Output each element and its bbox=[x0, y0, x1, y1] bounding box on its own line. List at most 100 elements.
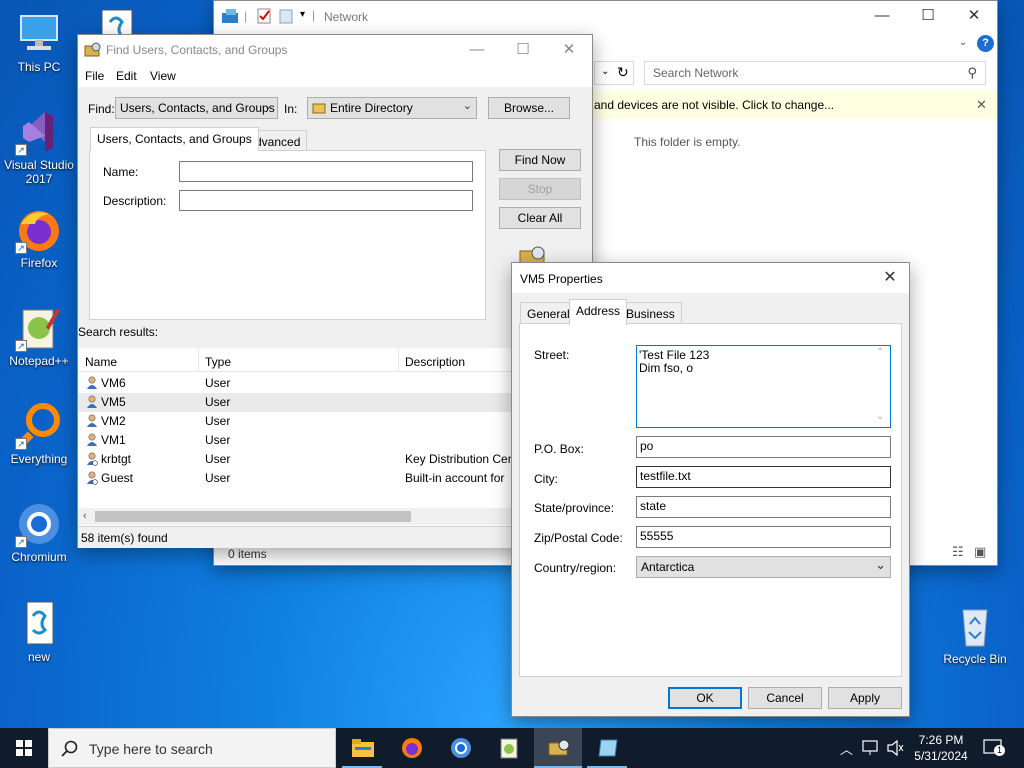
row-name: VM2 bbox=[101, 414, 126, 428]
maximize-button[interactable]: ☐ bbox=[905, 1, 951, 31]
zip-input[interactable]: 55555 bbox=[636, 526, 891, 548]
column-divider[interactable] bbox=[198, 348, 199, 372]
description-input[interactable] bbox=[179, 190, 473, 211]
chevron-down-icon: ⌄ bbox=[462, 100, 472, 112]
network-tray-icon[interactable] bbox=[862, 740, 880, 756]
vm5-properties-dialog[interactable]: VM5 Properties ✕ General Address Busines… bbox=[511, 262, 910, 717]
menu-view[interactable]: View bbox=[150, 69, 176, 83]
start-button[interactable] bbox=[0, 728, 48, 768]
taskbar-chromium[interactable] bbox=[436, 728, 484, 768]
name-input[interactable] bbox=[179, 161, 473, 182]
ribbon-expand-icon[interactable]: ⌄ bbox=[959, 37, 967, 48]
show-hidden-icons-chevron[interactable]: ︿ bbox=[840, 739, 853, 758]
new-folder-icon[interactable] bbox=[278, 8, 294, 24]
table-row[interactable]: VM1 User bbox=[78, 431, 518, 450]
shortcut-arrow-icon: ↗ bbox=[15, 144, 27, 156]
desktop-icon-new-script[interactable]: new bbox=[2, 600, 76, 664]
row-type: User bbox=[205, 433, 231, 447]
stop-button[interactable]: Stop bbox=[499, 178, 581, 200]
find-type-dropdown[interactable]: Users, Contacts, and Groups ⌄ bbox=[115, 97, 278, 119]
close-button[interactable]: ✕ bbox=[951, 1, 997, 31]
clear-all-button[interactable]: Clear All bbox=[499, 207, 581, 229]
column-header-type[interactable]: Type bbox=[205, 355, 231, 369]
disabled-user-icon bbox=[87, 471, 98, 485]
desktop-icon-firefox[interactable]: ↗ Firefox bbox=[2, 206, 76, 270]
computer-icon bbox=[15, 10, 63, 58]
taskbar-user-properties[interactable] bbox=[583, 728, 631, 768]
maximize-button[interactable]: ☐ bbox=[500, 35, 546, 65]
city-input[interactable]: testfile.txt bbox=[636, 466, 891, 488]
properties-icon[interactable] bbox=[256, 8, 272, 24]
taskbar-clock[interactable]: 7:26 PM 5/31/2024 bbox=[910, 731, 972, 765]
search-network-input[interactable]: Search Network ⚲ bbox=[644, 61, 986, 85]
scroll-down-icon[interactable]: ⌄ bbox=[876, 411, 884, 422]
firefox-icon: ↗ bbox=[15, 206, 63, 254]
table-row-selected[interactable]: VM5 User bbox=[78, 393, 518, 412]
column-header-description[interactable]: Description bbox=[405, 355, 465, 369]
address-bar-tail[interactable]: ⌄ ↻ bbox=[594, 61, 634, 85]
taskbar-find-users-active[interactable] bbox=[534, 728, 582, 768]
table-row[interactable]: VM2 User bbox=[78, 412, 518, 431]
tab-address[interactable]: Address bbox=[569, 299, 628, 325]
network-titlebar[interactable]: | ▾ | Network — ☐ ✕ bbox=[214, 1, 997, 33]
desktop-icon-everything[interactable]: ↗ Everything bbox=[2, 402, 76, 466]
find-titlebar[interactable]: Find Users, Contacts, and Groups — ☐ ✕ bbox=[78, 35, 592, 65]
table-row[interactable]: Guest User Built-in account for bbox=[78, 469, 518, 488]
taskbar-notepad-plus-plus[interactable] bbox=[485, 728, 533, 768]
desktop-icon-visual-studio[interactable]: ↗ Visual Studio 2017 bbox=[2, 108, 76, 186]
country-dropdown[interactable]: Antarctica ⌄ bbox=[636, 556, 891, 578]
large-icons-view-icon[interactable]: ▣ bbox=[974, 544, 986, 560]
row-name: VM1 bbox=[101, 433, 126, 447]
scroll-up-icon[interactable]: ⌃ bbox=[876, 347, 884, 358]
search-icon bbox=[61, 740, 78, 757]
menu-edit[interactable]: Edit bbox=[116, 69, 137, 83]
scroll-left-icon[interactable]: ‹ bbox=[83, 510, 87, 522]
firefox-icon bbox=[402, 738, 422, 758]
browse-button[interactable]: Browse... bbox=[488, 97, 570, 119]
taskbar-firefox[interactable] bbox=[387, 728, 435, 768]
refresh-icon[interactable]: ↻ bbox=[617, 64, 629, 81]
table-row[interactable]: krbtgt User Key Distribution Cen bbox=[78, 450, 518, 469]
cancel-button[interactable]: Cancel bbox=[748, 687, 822, 709]
po-box-input[interactable]: po bbox=[636, 436, 891, 458]
chevron-down-icon[interactable]: ⌄ bbox=[601, 66, 609, 77]
taskbar-search-box[interactable]: Type here to search bbox=[48, 728, 336, 768]
desktop-icon-recycle-bin[interactable]: Recycle Bin bbox=[938, 602, 1012, 666]
minimize-button[interactable]: — bbox=[859, 1, 905, 31]
ok-button[interactable]: OK bbox=[668, 687, 742, 709]
taskbar-file-explorer[interactable] bbox=[338, 728, 386, 768]
row-type: User bbox=[205, 395, 231, 409]
scrollbar-thumb[interactable] bbox=[95, 511, 411, 522]
results-list[interactable]: Name Type Description VM6 User VM5 User … bbox=[78, 348, 518, 526]
close-button[interactable]: ✕ bbox=[546, 35, 592, 65]
desktop-icon-this-pc[interactable]: This PC bbox=[2, 10, 76, 74]
desktop-icon-label: Notepad++ bbox=[9, 354, 69, 368]
find-window-title: Find Users, Contacts, and Groups bbox=[106, 43, 288, 57]
street-scrollbar[interactable]: ⌃ ⌄ bbox=[872, 347, 889, 426]
in-scope-dropdown[interactable]: Entire Directory ⌄ bbox=[307, 97, 477, 119]
notification-center-button[interactable]: 1 bbox=[983, 739, 1005, 757]
quick-access-dropdown-icon[interactable]: ▾ bbox=[300, 9, 305, 20]
street-textarea[interactable]: 'Test File 123 Dim fso, o bbox=[636, 345, 891, 428]
find-now-button[interactable]: Find Now bbox=[499, 149, 581, 171]
desktop-icon-chromium[interactable]: ↗ Chromium bbox=[2, 500, 76, 564]
minimize-button[interactable]: — bbox=[454, 35, 500, 65]
menu-file[interactable]: File bbox=[85, 69, 104, 83]
properties-titlebar[interactable]: VM5 Properties ✕ bbox=[512, 263, 909, 293]
horizontal-scrollbar[interactable]: ‹ bbox=[78, 508, 518, 525]
volume-muted-icon[interactable] bbox=[886, 740, 904, 756]
info-bar-close-icon[interactable]: ✕ bbox=[976, 97, 987, 113]
state-input[interactable]: state bbox=[636, 496, 891, 518]
column-header-name[interactable]: Name bbox=[85, 355, 117, 369]
tab-users-contacts-groups[interactable]: Users, Contacts, and Groups bbox=[90, 127, 259, 151]
apply-button[interactable]: Apply bbox=[828, 687, 902, 709]
desktop-icon-notepad-plus-plus[interactable]: ↗ Notepad++ bbox=[2, 304, 76, 368]
column-divider[interactable] bbox=[398, 348, 399, 372]
tab-business[interactable]: Business bbox=[619, 302, 682, 324]
row-name: VM6 bbox=[101, 376, 126, 390]
help-icon[interactable]: ? bbox=[977, 35, 994, 52]
close-button[interactable]: ✕ bbox=[872, 263, 908, 293]
details-view-icon[interactable]: ☷ bbox=[952, 544, 964, 560]
info-bar-text[interactable]: and devices are not visible. Click to ch… bbox=[594, 98, 834, 112]
table-row[interactable]: VM6 User bbox=[78, 374, 518, 393]
